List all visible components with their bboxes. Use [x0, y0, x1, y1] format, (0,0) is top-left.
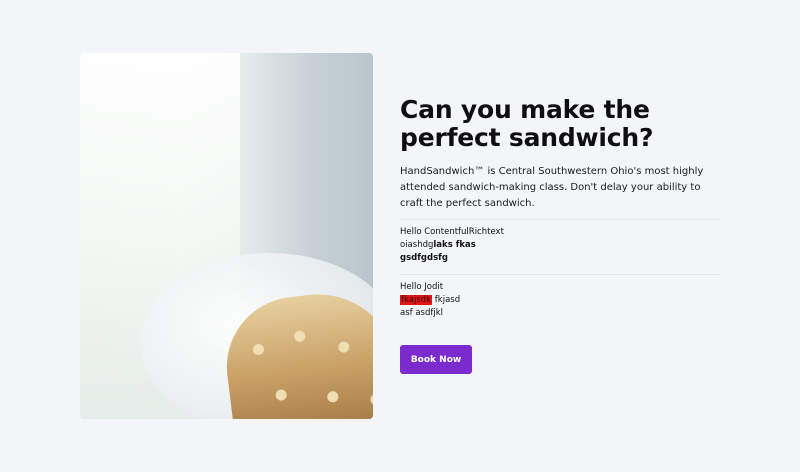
contentful-line-2-bold: laks fkas: [433, 240, 476, 250]
sandwich-photo: [80, 53, 373, 419]
contentful-line-2: oiashdglaks fkas: [400, 239, 720, 252]
contentful-line-2-plain: oiashdg: [400, 240, 434, 250]
jodit-heading: Hello Jodit: [400, 282, 444, 292]
content-section: Can you make the perfect sandwich? HandS…: [400, 96, 720, 320]
page-title: Can you make the perfect sandwich?: [400, 95, 654, 152]
contentful-heading: Hello ContentfulRichtext: [400, 227, 504, 237]
book-now-button[interactable]: Book Now: [400, 345, 472, 374]
jodit-line-2-rest: fkjasd: [432, 295, 461, 305]
description: HandSandwich™ is Central Southwestern Oh…: [400, 166, 704, 209]
contentful-line-3: gsdfgdsfg: [400, 253, 448, 263]
jodit-line-3: asf asdfjkl: [400, 308, 444, 318]
contentful-richtext-block: Hello ContentfulRichtext oiashdglaks fka…: [400, 219, 720, 265]
highlighted-text: fkajsdk: [400, 295, 433, 305]
jodit-line-2: fkajsdk fkjasd: [400, 294, 720, 307]
jodit-block: Hello Jodit fkajsdk fkjasd asf asdfjkl: [400, 274, 720, 320]
